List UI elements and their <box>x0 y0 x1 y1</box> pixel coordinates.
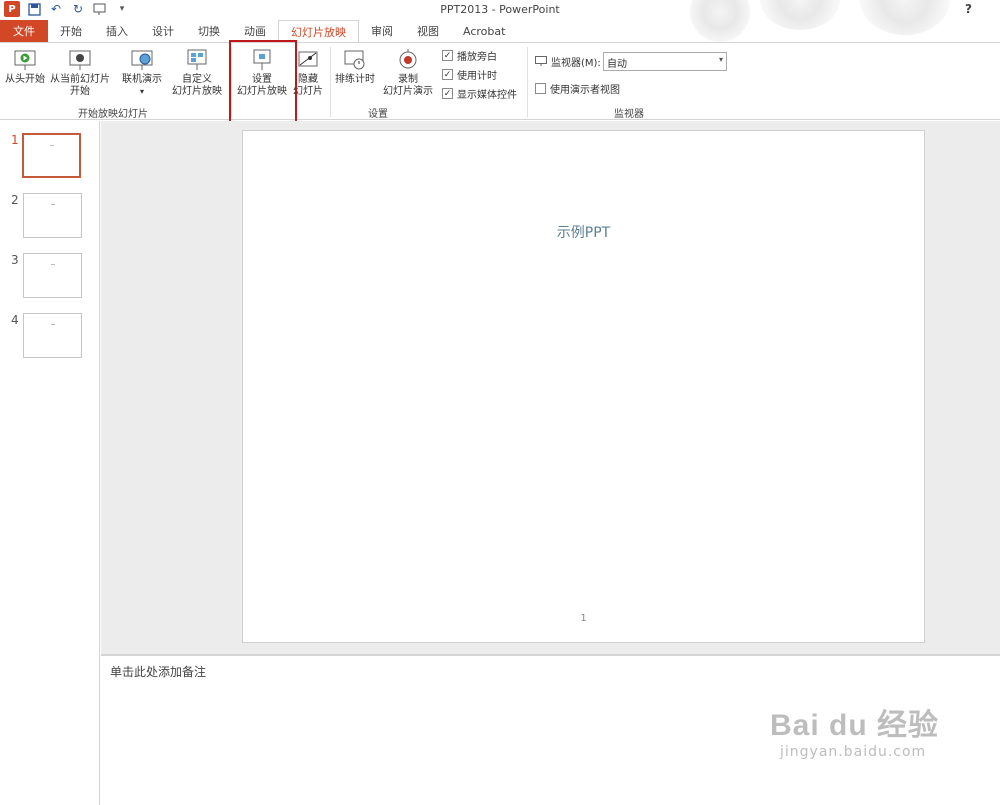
group-divider <box>527 47 528 117</box>
checkbox-checked-icon: ✓ <box>442 69 453 80</box>
slide-thumbnail-pane: 1 2 3 4 <box>0 121 100 805</box>
monitor-select-value: 自动 <box>607 59 627 70</box>
rehearse-timings-label: 排练计时 <box>335 74 375 85</box>
ribbon: 从头开始 从当前幻灯片 开始 联机演示 ▾ 自定义 幻灯片放映 开始放映幻灯片 … <box>0 42 1000 120</box>
slideshow-current-icon <box>69 50 91 70</box>
thumbnail-title-mark <box>50 204 55 205</box>
slideshow-start-icon <box>14 50 36 70</box>
tab-slide-show[interactable]: 幻灯片放映 <box>278 20 359 42</box>
tab-view[interactable]: 视图 <box>405 20 451 42</box>
from-current-label-2: 开始 <box>70 86 90 97</box>
checkbox-checked-icon: ✓ <box>442 50 453 61</box>
slide-title[interactable]: 示例PPT <box>243 222 924 242</box>
thumbnail-title-mark <box>50 324 55 325</box>
group-label-start-show: 开始放映幻灯片 <box>78 109 148 120</box>
slide-thumbnail[interactable] <box>23 313 82 358</box>
thumbnail-number: 3 <box>11 253 19 267</box>
hide-slide-label-2: 幻灯片 <box>293 86 323 97</box>
tab-animations[interactable]: 动画 <box>232 20 278 42</box>
record-slide-show-button[interactable]: 录制 幻灯片演示 <box>378 48 438 98</box>
chevron-down-icon: ▾ <box>139 87 144 96</box>
tab-acrobat[interactable]: Acrobat <box>451 20 517 42</box>
custom-show-label-2: 幻灯片放映 <box>172 86 222 97</box>
slide-thumbnail[interactable] <box>23 253 82 298</box>
use-timings-checkbox[interactable]: ✓ 使用计时 <box>442 67 497 82</box>
online-present-button[interactable]: 联机演示 ▾ <box>118 48 166 98</box>
thumbnail-row[interactable]: 1 <box>0 133 100 183</box>
help-icon[interactable]: ? <box>965 2 972 16</box>
group-label-monitors: 监视器 <box>614 109 644 120</box>
checkbox-checked-icon: ✓ <box>442 88 453 99</box>
online-present-label: 联机演示 <box>122 74 162 85</box>
monitor-label: 监视器(M): <box>551 58 601 69</box>
slide-editing-area: 示例PPT 1 <box>101 121 1000 654</box>
record-icon <box>399 49 417 69</box>
notes-placeholder: 单击此处添加备注 <box>110 665 207 679</box>
play-narrations-label: 播放旁白 <box>457 52 497 63</box>
thumbnail-row[interactable]: 2 <box>0 193 100 243</box>
rehearse-timings-icon <box>344 50 365 70</box>
tab-review[interactable]: 审阅 <box>359 20 405 42</box>
presenter-view-checkbox[interactable]: 使用演示者视图 <box>535 81 620 96</box>
thumbnail-number: 1 <box>11 133 19 147</box>
monitor-icon <box>535 56 547 66</box>
custom-show-label-1: 自定义 <box>182 74 212 85</box>
thumbnail-row[interactable]: 3 <box>0 253 100 303</box>
tab-insert[interactable]: 插入 <box>94 20 140 42</box>
rehearse-timings-button[interactable]: 排练计时 <box>332 48 378 86</box>
slide-thumbnail[interactable] <box>23 193 82 238</box>
presenter-view-label: 使用演示者视图 <box>550 85 620 96</box>
slide-canvas[interactable]: 示例PPT 1 <box>242 130 925 643</box>
slide-page-number: 1 <box>580 613 587 624</box>
chevron-down-icon: ▾ <box>718 55 723 64</box>
thumbnail-number: 2 <box>11 193 19 207</box>
tab-home[interactable]: 开始 <box>48 20 94 42</box>
online-present-icon <box>131 50 153 70</box>
from-beginning-button[interactable]: 从头开始 <box>4 48 46 86</box>
tab-file[interactable]: 文件 <box>0 20 48 42</box>
monitor-select[interactable]: 自动 ▾ <box>603 52 727 71</box>
group-divider <box>330 47 331 117</box>
hide-slide-icon <box>298 51 318 67</box>
record-label-2: 幻灯片演示 <box>383 86 433 97</box>
title-bar: P ↶ ↻ ▾ PPT2013 - PowerPoint ? <box>0 0 1000 42</box>
thumbnail-number: 4 <box>11 313 19 327</box>
highlight-box <box>229 40 297 132</box>
hide-slide-label-1: 隐藏 <box>298 74 318 85</box>
slide-thumbnail[interactable] <box>22 133 81 178</box>
tab-design[interactable]: 设计 <box>140 20 186 42</box>
window-title: PPT2013 - PowerPoint <box>440 3 560 16</box>
thumbnail-title-mark <box>50 264 55 265</box>
baidu-watermark: Bai du 经验 jingyan.baidu.com <box>770 700 939 760</box>
checkbox-unchecked-icon <box>535 83 546 94</box>
play-narrations-checkbox[interactable]: ✓ 播放旁白 <box>442 48 497 63</box>
from-current-slide-button[interactable]: 从当前幻灯片 开始 <box>48 48 112 98</box>
custom-slide-show-button[interactable]: 自定义 幻灯片放映 <box>166 48 228 98</box>
group-label-setup: 设置 <box>368 109 388 120</box>
watermark-logo: Bai du 经验 <box>770 709 940 742</box>
watermark-url: jingyan.baidu.com <box>780 744 927 760</box>
tab-transitions[interactable]: 切换 <box>186 20 232 42</box>
thumbnail-row[interactable]: 4 <box>0 313 100 363</box>
use-timings-label: 使用计时 <box>457 71 497 82</box>
from-current-label-1: 从当前幻灯片 <box>50 74 110 85</box>
ribbon-tabs: 文件 开始 插入 设计 切换 动画 幻灯片放映 审阅 视图 Acrobat <box>0 20 1000 42</box>
custom-show-icon <box>187 49 207 70</box>
thumbnail-title-mark <box>49 145 54 146</box>
show-media-controls-label: 显示媒体控件 <box>457 90 517 101</box>
from-beginning-label: 从头开始 <box>5 74 45 85</box>
record-label-1: 录制 <box>398 74 418 85</box>
monitor-row: 监视器(M): <box>535 54 601 69</box>
show-media-controls-checkbox[interactable]: ✓ 显示媒体控件 <box>442 86 517 101</box>
